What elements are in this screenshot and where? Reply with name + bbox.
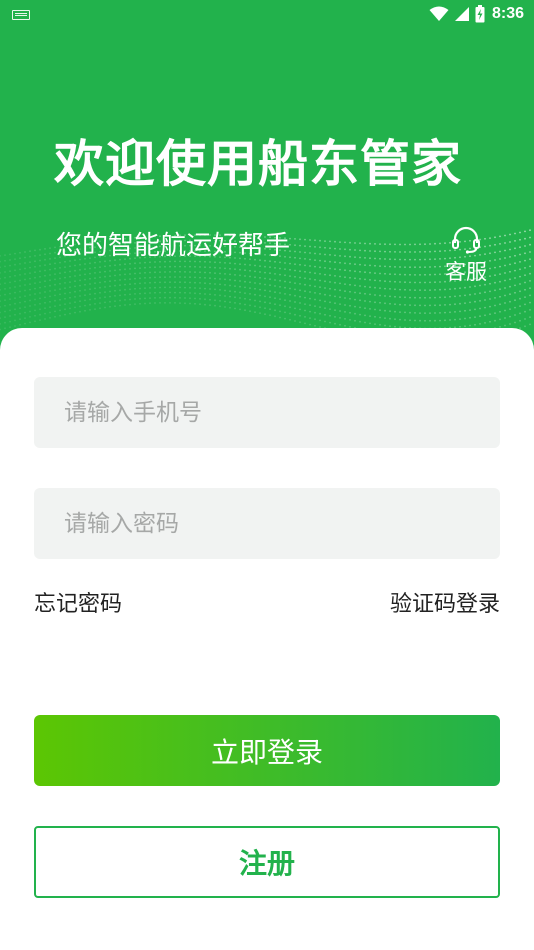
password-field: [34, 488, 500, 559]
welcome-subtitle: 您的智能航运好帮手: [56, 231, 291, 261]
headset-icon: [452, 226, 480, 254]
phone-input[interactable]: [34, 377, 500, 448]
sms-login-link[interactable]: 验证码登录: [390, 590, 500, 620]
customer-service-label: 客服: [445, 260, 487, 284]
signal-icon: [454, 7, 469, 21]
keyboard-icon: [12, 10, 30, 20]
hero-header: 8:36 欢迎使用船东管家 您的智能航运好帮手 客服: [0, 0, 534, 360]
login-button[interactable]: 立即登录: [34, 715, 500, 786]
status-icons: 8:36: [429, 4, 524, 24]
status-time: 8:36: [491, 5, 524, 22]
password-input[interactable]: [34, 488, 500, 559]
customer-service-button[interactable]: 客服: [436, 226, 496, 290]
forgot-password-link[interactable]: 忘记密码: [34, 590, 122, 620]
welcome-title: 欢迎使用船东管家: [54, 135, 462, 193]
wifi-icon: [429, 6, 449, 21]
battery-charging-icon: [475, 5, 485, 23]
phone-field: [34, 377, 500, 448]
status-bar: 8:36: [0, 0, 534, 28]
register-button[interactable]: 注册: [34, 826, 500, 898]
